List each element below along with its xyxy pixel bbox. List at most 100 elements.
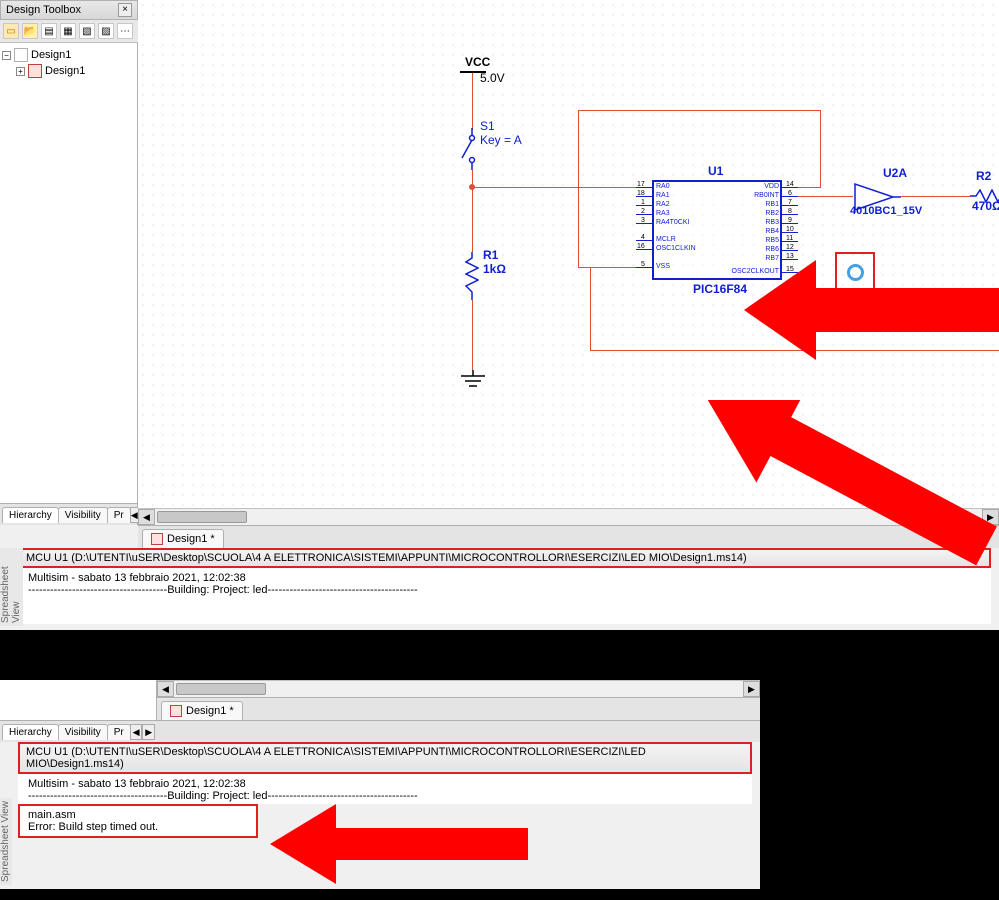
new-file-icon[interactable]: ▭ [3, 23, 19, 39]
doc-tab-label: Design1 * [167, 533, 215, 545]
toolbar-icon-4[interactable]: ▦ [60, 23, 76, 39]
tab-scroll-right-icon[interactable]: ▶ [142, 724, 155, 740]
u1-part-label: PIC16F84 [693, 282, 747, 296]
toolbar-icon-5[interactable]: ▧ [79, 23, 95, 39]
pin-line [782, 196, 798, 197]
toolbar-icon-6[interactable]: ▨ [98, 23, 114, 39]
wire [590, 267, 636, 268]
output-panel: Spreadsheet View MCU U1 (D:\UTENTI\uSER\… [0, 548, 999, 630]
right-strip: ◀ ▶ Design1 * [157, 680, 760, 720]
scroll-thumb[interactable] [176, 683, 266, 695]
output-body[interactable]: Multisim - sabato 13 febbraio 2021, 12:0… [18, 774, 752, 804]
design-toolbox-panel: Design Toolbox × ▭ 📂 ▤ ▦ ▧ ▨ ⋯ − Design1 [0, 0, 138, 525]
pin-line [636, 205, 652, 206]
tab-design1[interactable]: Design1 * [161, 701, 243, 720]
output-error-file: main.asm [28, 809, 248, 821]
pin: RA3 [656, 210, 670, 218]
close-icon[interactable]: × [118, 3, 132, 17]
tab-design1[interactable]: Design1 * [142, 529, 224, 548]
pin: VDD [764, 183, 779, 191]
design-tree[interactable]: − Design1 + Design1 [0, 43, 137, 503]
tab-pr[interactable]: Pr [107, 507, 131, 523]
tree-child-row[interactable]: + Design1 [2, 63, 135, 79]
buffer-u2a[interactable] [853, 182, 901, 215]
output-header: MCU U1 (D:\UTENTI\uSER\Desktop\SCUOLA\4 … [18, 742, 752, 774]
toolbar-icon-3[interactable]: ▤ [41, 23, 57, 39]
pin-line [782, 232, 798, 233]
loading-spinner-icon [847, 264, 864, 281]
annotation-box [835, 252, 875, 292]
pin: RB1 [765, 201, 779, 209]
vcc-value: 5.0V [480, 71, 505, 85]
collapse-icon[interactable]: + [16, 67, 25, 76]
horizontal-scrollbar[interactable]: ◀ ▶ [138, 508, 999, 525]
wire [820, 110, 821, 188]
pin-line [782, 259, 798, 260]
pin: OSC2CLKOUT [732, 268, 779, 276]
ground-symbol [458, 370, 488, 395]
pin-line [636, 249, 652, 250]
design-icon [14, 48, 28, 62]
wire [590, 267, 591, 351]
schematic-canvas[interactable]: VCC 5.0V S1 Key = A [138, 0, 999, 508]
pin: RB4 [765, 228, 779, 236]
wire [472, 73, 473, 130]
wire [578, 110, 579, 267]
spreadsheet-view-label[interactable]: Spreadsheet View [0, 798, 12, 885]
wire [590, 350, 999, 351]
horizontal-scrollbar[interactable]: ◀ ▶ [157, 680, 760, 697]
pin-line [782, 187, 798, 188]
pin-line [782, 272, 798, 273]
wire [472, 170, 473, 252]
scroll-left-icon[interactable]: ◀ [138, 509, 155, 525]
spreadsheet-view-label[interactable]: Spreadsheet View [0, 548, 23, 626]
scroll-track[interactable] [155, 509, 982, 525]
toolbox-titlebar[interactable]: Design Toolbox × [0, 0, 138, 20]
document-tabs: Design1 * [157, 697, 760, 720]
pin-line [636, 267, 652, 268]
scroll-left-icon[interactable]: ◀ [157, 681, 174, 697]
toolbox-tabs: Hierarchy Visibility Pr ◀ ▶ [0, 720, 157, 742]
output-line-building: --------------------------------------Bu… [28, 790, 742, 802]
wire [798, 196, 853, 197]
wire [472, 187, 636, 188]
switch-s1[interactable] [458, 128, 488, 173]
spacer [157, 720, 760, 742]
pin: RA4T0CKI [656, 219, 689, 227]
toolbar-icon-7[interactable]: ⋯ [117, 23, 133, 39]
output-header: MCU U1 (D:\UTENTI\uSER\Desktop\SCUOLA\4 … [18, 548, 991, 568]
tab-hierarchy[interactable]: Hierarchy [2, 724, 59, 740]
schematic-icon [28, 64, 42, 78]
scroll-right-icon[interactable]: ▶ [982, 509, 999, 525]
open-folder-icon[interactable]: 📂 [22, 23, 38, 39]
tree-root-row[interactable]: − Design1 [2, 47, 135, 63]
u1-label: U1 [708, 164, 723, 178]
resistor-r1[interactable] [465, 252, 479, 300]
scroll-track[interactable] [174, 681, 743, 697]
pin-line [782, 223, 798, 224]
tab-scroll-left-icon[interactable]: ◀ [130, 724, 143, 740]
resistor-r2[interactable] [970, 189, 999, 203]
document-tabs: Design1 * [138, 525, 999, 548]
scroll-thumb[interactable] [157, 511, 247, 523]
pin: RB7 [765, 255, 779, 263]
tab-visibility[interactable]: Visibility [58, 724, 108, 740]
left-blank [0, 680, 157, 720]
tree-root-label: Design1 [31, 49, 71, 61]
pin: MCLR [656, 236, 676, 244]
pin: RB3 [765, 219, 779, 227]
pin: RB2 [765, 210, 779, 218]
output-body[interactable]: Multisim - sabato 13 febbraio 2021, 12:0… [18, 568, 991, 624]
tab-visibility[interactable]: Visibility [58, 507, 108, 523]
pin-line [782, 214, 798, 215]
pin: OSC1CLKIN [656, 245, 696, 253]
scroll-right-icon[interactable]: ▶ [743, 681, 760, 697]
tab-hierarchy[interactable]: Hierarchy [2, 507, 59, 523]
output-header-text: MCU U1 (D:\UTENTI\uSER\Desktop\SCUOLA\4 … [26, 746, 646, 770]
toolbox-toolbar: ▭ 📂 ▤ ▦ ▧ ▨ ⋯ [0, 20, 138, 43]
pin-line [636, 214, 652, 215]
canvas-wrap: VCC 5.0V S1 Key = A [138, 0, 999, 525]
pin: RB6 [765, 246, 779, 254]
collapse-icon[interactable]: − [2, 51, 11, 60]
tab-pr[interactable]: Pr [107, 724, 131, 740]
